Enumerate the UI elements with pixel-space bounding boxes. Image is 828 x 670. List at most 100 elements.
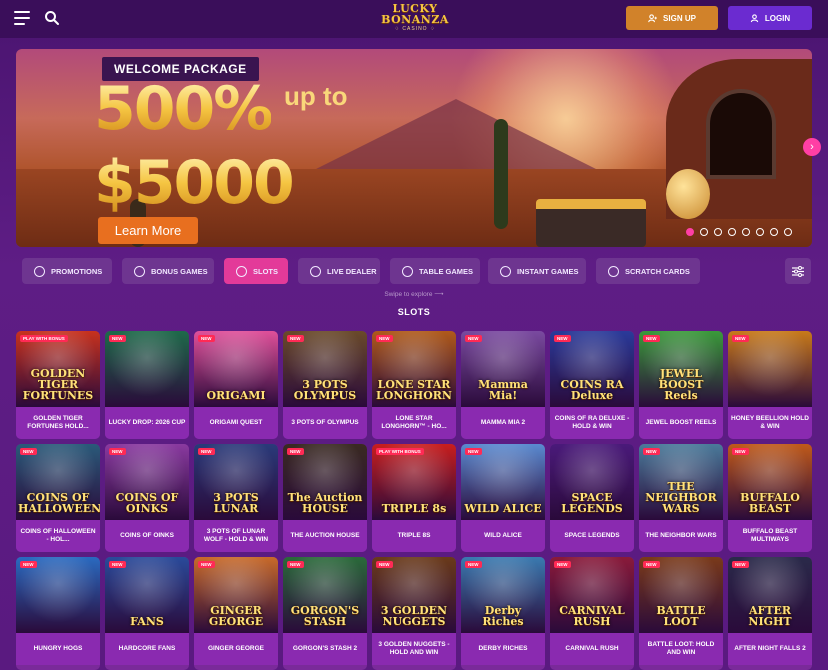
tab-slots[interactable]: SLOTS: [224, 258, 288, 284]
search-icon[interactable]: [44, 10, 60, 26]
game-logo-text: WILD ALICE: [464, 502, 542, 515]
game-card[interactable]: GINGER GEORGE NEW GINGER GEORGE: [194, 557, 278, 670]
carousel-dot[interactable]: [686, 228, 694, 236]
game-logo-text: THE NEIGHBOR WARS: [645, 480, 717, 515]
carousel-dot[interactable]: [714, 228, 722, 236]
new-badge: NEW: [732, 335, 749, 342]
logo-line3: ♢ CASINO ♢: [394, 26, 436, 32]
game-thumbnail: 3 POTS OLYMPUS NEW: [283, 331, 367, 407]
tab-bonus-games[interactable]: BONUS GAMES: [122, 258, 214, 284]
signup-button[interactable]: SIGN UP: [626, 6, 718, 30]
game-title: 3 GOLDEN NUGGETS - HOLD AND WIN: [372, 633, 456, 665]
welcome-banner[interactable]: WELCOME PACKAGE 500% up to $5000 Learn M…: [16, 49, 812, 247]
tab-label: PROMOTIONS: [51, 266, 103, 276]
game-card[interactable]: SPACE LEGENDS SPACE LEGENDS: [550, 444, 634, 552]
game-card[interactable]: COINS RA Deluxe NEW COINS OF RA DELUXE - H…: [550, 331, 634, 439]
game-thumbnail: SPACE LEGENDS: [550, 444, 634, 520]
game-card[interactable]: BATTLE LOOT NEW BATTLE LOOT: HOLD AND WIN: [639, 557, 723, 670]
game-card[interactable]: COINS OF HALLOWEEN NEW COINS OF HALLOWEEN …: [16, 444, 100, 552]
game-card[interactable]: AFTER NIGHT NEW AFTER NIGHT FALLS 2: [728, 557, 812, 670]
carousel-dot[interactable]: [728, 228, 736, 236]
live-dealer-icon: [310, 265, 321, 277]
game-card[interactable]: NEW LUCKY DROP: 2026 CUP: [105, 331, 189, 439]
game-logo-text: FANS: [130, 615, 164, 628]
banner-gold-cart: [536, 199, 646, 247]
new-badge: NEW: [554, 561, 571, 568]
game-thumbnail: FANS NEW: [105, 557, 189, 633]
game-card[interactable]: Derby Riches NEW DERBY RICHES: [461, 557, 545, 670]
tab-live-dealer[interactable]: LIVE DEALER: [298, 258, 380, 284]
game-logo-text: COINS OF HALLOWEEN: [18, 491, 100, 515]
game-card[interactable]: ORIGAMI NEW ORIGAMI QUEST: [194, 331, 278, 439]
carousel-dot[interactable]: [700, 228, 708, 236]
game-card[interactable]: 3 GOLDEN NUGGETS NEW 3 GOLDEN NUGGETS - HO…: [372, 557, 456, 670]
game-card[interactable]: GORGON'S STASH NEW GORGON'S STASH 2: [283, 557, 367, 670]
lucky-bonanza-logo[interactable]: LUCKY BONANZA ♢ CASINO ♢: [372, 3, 458, 35]
game-card[interactable]: BUFFALO BEAST NEW BUFFALO BEAST MULTIWAYS: [728, 444, 812, 552]
game-title: COINS OF HALLOWEEN - HOL...: [16, 520, 100, 552]
game-title: GORGON'S STASH 2: [283, 633, 367, 665]
carousel-dot[interactable]: [770, 228, 778, 236]
game-card[interactable]: NEW HONEY BEELLION HOLD & WIN: [728, 331, 812, 439]
signup-label: SIGN UP: [663, 13, 696, 23]
new-badge: NEW: [109, 448, 126, 455]
game-logo-text: SPACE LEGENDS: [561, 491, 623, 515]
game-card[interactable]: Mamma Mia! NEW MAMMA MIA 2: [461, 331, 545, 439]
game-card[interactable]: 3 POTS OLYMPUS NEW 3 POTS OF OLYMPUS: [283, 331, 367, 439]
game-logo-text: GORGON'S STASH: [290, 604, 360, 628]
carousel-next-arrow-icon[interactable]: ›: [803, 138, 821, 156]
game-logo-text: 3 POTS OLYMPUS: [293, 378, 357, 402]
game-card[interactable]: CARNIVAL RUSH NEW CARNIVAL RUSH: [550, 557, 634, 670]
tab-promotions[interactable]: PROMOTIONS: [22, 258, 112, 284]
new-badge: NEW: [643, 448, 660, 455]
game-logo-text: COINS OF OINKS: [115, 491, 179, 515]
new-badge: NEW: [198, 448, 215, 455]
game-logo-text: Mamma Mia!: [478, 378, 528, 402]
game-card[interactable]: JEWEL BOOST Reels NEW JEWEL BOOST REELS: [639, 331, 723, 439]
game-thumbnail: GORGON'S STASH NEW: [283, 557, 367, 633]
game-title: COINS OF RA DELUXE - HOLD & WIN: [550, 407, 634, 439]
game-card[interactable]: WILD ALICE NEW WILD ALICE: [461, 444, 545, 552]
game-card[interactable]: TRIPLE 8s PLAY WITH BONUS TRIPLE 8S: [372, 444, 456, 552]
new-badge: NEW: [198, 335, 215, 342]
carousel-dot[interactable]: [756, 228, 764, 236]
game-thumbnail: NEW: [105, 331, 189, 407]
game-title: AFTER NIGHT FALLS 2: [728, 633, 812, 665]
game-card[interactable]: The Auction HOUSE NEW THE AUCTION HOUSE: [283, 444, 367, 552]
login-button[interactable]: LOGIN: [728, 6, 812, 30]
learn-more-button[interactable]: Learn More: [98, 217, 198, 244]
tab-label: LIVE DEALER: [327, 266, 377, 276]
game-logo-text: 3 GOLDEN NUGGETS: [380, 604, 448, 628]
promotions-icon: [34, 265, 45, 277]
carousel-dot[interactable]: [742, 228, 750, 236]
game-card[interactable]: NEW HUNGRY HOGS: [16, 557, 100, 670]
tab-table-games[interactable]: TABLE GAMES: [390, 258, 480, 284]
banner-cactus: [494, 119, 508, 229]
new-badge: NEW: [465, 561, 482, 568]
game-thumbnail: The Auction HOUSE NEW: [283, 444, 367, 520]
tab-scratch-cards[interactable]: SCRATCH CARDS: [596, 258, 700, 284]
game-card[interactable]: GOLDEN TIGER FORTUNES PLAY WITH BONUS GOLD…: [16, 331, 100, 439]
game-logo-text: ORIGAMI: [206, 389, 266, 402]
filter-button[interactable]: [785, 258, 811, 284]
game-card[interactable]: 3 POTS LUNAR NEW 3 POTS OF LUNAR WOLF - HO…: [194, 444, 278, 552]
hamburger-menu-icon[interactable]: [14, 11, 30, 25]
banner-upto: up to: [284, 81, 348, 111]
game-card[interactable]: FANS NEW HARDCORE FANS: [105, 557, 189, 670]
game-logo-text: The Auction HOUSE: [287, 491, 363, 515]
tab-label: SCRATCH CARDS: [625, 266, 690, 276]
game-thumbnail: Mamma Mia! NEW: [461, 331, 545, 407]
game-card[interactable]: THE NEIGHBOR WARS NEW THE NEIGHBOR WARS: [639, 444, 723, 552]
game-thumbnail: BATTLE LOOT NEW: [639, 557, 723, 633]
tab-instant-games[interactable]: INSTANT GAMES: [488, 258, 586, 284]
user-add-icon: [648, 13, 658, 22]
new-badge: NEW: [643, 335, 660, 342]
tab-label: BONUS GAMES: [151, 266, 208, 276]
game-card[interactable]: LONE STAR LONGHORN NEW LONE STAR LONGHORN™…: [372, 331, 456, 439]
game-thumbnail: GOLDEN TIGER FORTUNES PLAY WITH BONUS: [16, 331, 100, 407]
carousel-dot[interactable]: [784, 228, 792, 236]
game-thumbnail: THE NEIGHBOR WARS NEW: [639, 444, 723, 520]
instant-games-icon: [500, 265, 511, 277]
slots-icon: [236, 265, 247, 277]
game-card[interactable]: COINS OF OINKS NEW COINS OF OINKS: [105, 444, 189, 552]
